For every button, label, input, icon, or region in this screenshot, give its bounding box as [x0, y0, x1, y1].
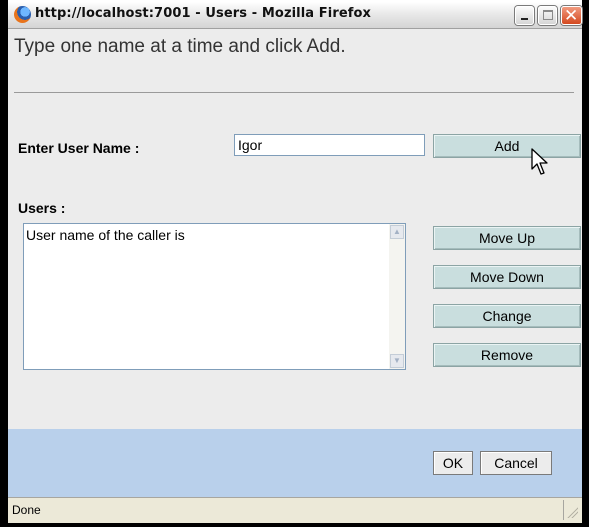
maximize-button[interactable] — [538, 6, 557, 25]
users-list[interactable]: User name of the caller is ▲ ▼ — [23, 223, 406, 370]
dialog-content: Type one name at a time and click Add. E… — [8, 29, 582, 429]
browser-window: http://localhost:7001 - Users - Mozilla … — [8, 2, 582, 523]
window-title: http://localhost:7001 - Users - Mozilla … — [35, 6, 372, 21]
status-separator — [563, 500, 564, 520]
status-bar: Done — [8, 497, 582, 523]
cancel-button[interactable]: Cancel — [480, 451, 552, 475]
users-list-scrollbar[interactable]: ▲ ▼ — [389, 224, 405, 369]
change-button[interactable]: Change — [433, 304, 581, 328]
status-text: Done — [12, 503, 41, 517]
title-bar[interactable]: http://localhost:7001 - Users - Mozilla … — [8, 2, 582, 29]
user-name-input[interactable] — [234, 134, 425, 156]
resize-grip-icon[interactable] — [566, 506, 578, 518]
maximize-icon — [543, 10, 553, 20]
header-divider — [14, 92, 574, 93]
window-frame-right — [582, 0, 589, 527]
move-up-button[interactable]: Move Up — [433, 226, 581, 250]
move-down-button[interactable]: Move Down — [433, 265, 581, 289]
add-button[interactable]: Add — [433, 134, 581, 158]
window-frame-left — [0, 0, 8, 527]
minimize-button[interactable] — [515, 6, 534, 25]
close-icon: ✕ — [564, 6, 579, 26]
user-name-label: Enter User Name : — [18, 140, 140, 156]
mouse-pointer-icon — [531, 148, 548, 175]
scroll-up-arrow-icon[interactable]: ▲ — [390, 225, 404, 239]
remove-button[interactable]: Remove — [433, 343, 581, 367]
close-button[interactable]: ✕ — [561, 6, 582, 26]
scroll-down-arrow-icon[interactable]: ▼ — [390, 354, 404, 368]
dialog-footer: OK Cancel — [8, 429, 582, 497]
list-item[interactable]: User name of the caller is — [26, 227, 185, 243]
firefox-icon — [14, 6, 31, 23]
minimize-icon — [521, 18, 528, 20]
users-label: Users : — [18, 200, 66, 216]
instruction-text: Type one name at a time and click Add. — [14, 36, 346, 57]
ok-button[interactable]: OK — [433, 451, 473, 475]
